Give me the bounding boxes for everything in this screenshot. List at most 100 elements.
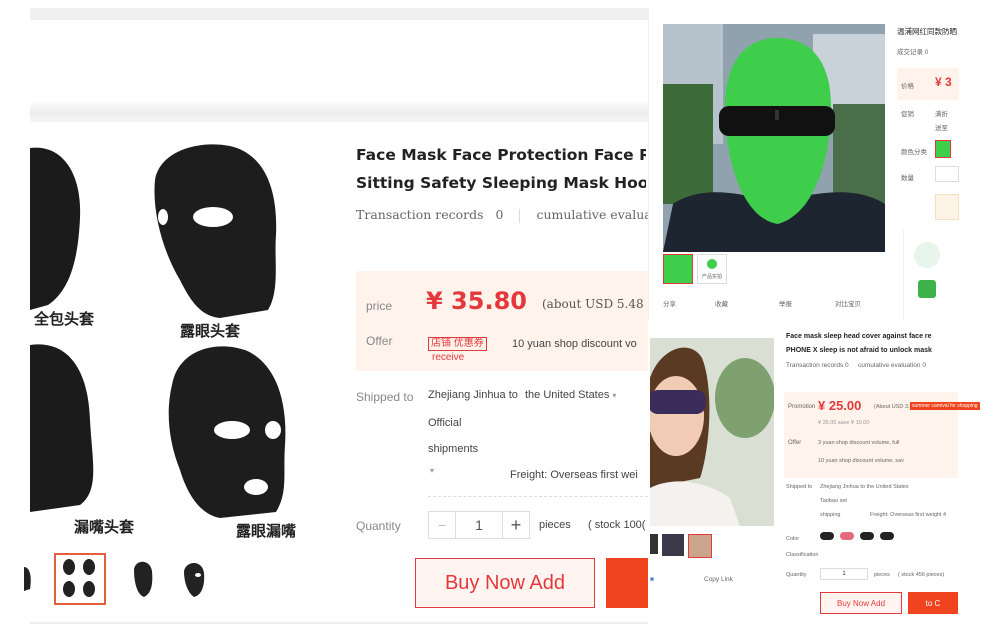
- pieces-label: pieces: [874, 572, 890, 578]
- thumbnail[interactable]: 产品实拍: [697, 254, 727, 284]
- listing-panel-green-mask: 产品实拍 分享 收藏 举报 对比宝贝 温浦网红同款防晒 成交记录 0 价格 ¥ …: [648, 8, 959, 320]
- price-panel: 价格 ¥ 3: [897, 68, 959, 100]
- offer-label: Offer: [366, 334, 393, 348]
- divider: [519, 208, 521, 223]
- classification-label: Classification: [786, 552, 819, 558]
- thumbnail[interactable]: [176, 553, 220, 605]
- side-service-bar: [903, 230, 959, 320]
- wechat-icon[interactable]: [918, 280, 936, 298]
- product-photo-eye-mask: [650, 338, 774, 526]
- quantity-plus-button[interactable]: +: [502, 511, 530, 539]
- old-price: ¥ 35.00 save ¥ 10.00: [818, 420, 870, 426]
- transaction-text: Transaction records 0: [786, 362, 849, 369]
- color-label: Color: [786, 536, 800, 542]
- color-option[interactable]: [840, 532, 854, 540]
- quantity-label: Quantity: [356, 519, 401, 533]
- receive-link[interactable]: receive: [432, 352, 464, 363]
- gallery-label-1: 全包头套: [34, 310, 95, 328]
- transaction-label: Transaction records: [356, 207, 484, 222]
- thumbnail-caption: 产品实拍: [701, 274, 722, 280]
- buy-now-button[interactable]: Buy Now Add: [415, 558, 595, 608]
- thumbnail-selected[interactable]: [688, 534, 712, 558]
- shipments-label: shipments: [428, 443, 479, 455]
- listing-stats: 成交记录 0: [897, 49, 929, 56]
- quantity-input[interactable]: 1: [455, 511, 503, 539]
- shipped-label: Shipped to: [356, 390, 414, 404]
- price-value: ¥ 25.00: [818, 398, 862, 413]
- thumbnail[interactable]: [650, 534, 658, 554]
- buy-now-button[interactable]: Buy Now Add: [820, 592, 902, 614]
- thumbnail[interactable]: [122, 553, 166, 605]
- color-option[interactable]: [880, 532, 894, 540]
- evaluation-text: cumulative evaluation 0: [858, 362, 926, 369]
- price-value: ¥ 35.80: [426, 287, 527, 315]
- add-to-cart-button[interactable]: to C: [908, 592, 958, 614]
- promo-text: 满折: [935, 111, 948, 118]
- listing-title: 温浦网红同款防晒: [897, 27, 957, 36]
- color-option[interactable]: [935, 140, 951, 158]
- divider: [30, 622, 650, 624]
- service-icon[interactable]: [914, 242, 940, 268]
- color-option[interactable]: [820, 532, 834, 540]
- shipping-destination[interactable]: Zhejiang Jinhua to the United States: [820, 484, 909, 490]
- quantity-input[interactable]: 1: [820, 568, 868, 580]
- copy-link[interactable]: Copy Link: [704, 576, 733, 583]
- freight-text: Freight: Overseas first wei: [510, 469, 638, 481]
- stock-text: ( stock 100(: [588, 519, 646, 531]
- price-usd: (about USD 5.48: [542, 297, 644, 311]
- share-icons[interactable]: ■: [650, 576, 654, 583]
- product-title-line1: Face Mask Face Protection Face Rece: [356, 146, 646, 164]
- color-label: 颜色分类: [901, 149, 927, 156]
- product-photo-green-mask: [663, 24, 885, 252]
- listing-title-line2: PHONE X sleep is not afraid to unlock ma…: [786, 347, 932, 354]
- product-stats: Transaction records 0 cumulative evaluat…: [356, 207, 696, 223]
- transaction-count: 0: [495, 207, 504, 222]
- product-gallery: 全包头套 露眼头套 漏嘴头套 露眼漏嘴: [30, 140, 338, 540]
- quantity-label: 数量: [901, 175, 914, 182]
- thumbnail-selected[interactable]: [54, 553, 106, 605]
- quantity-label: Quantity: [786, 572, 807, 578]
- compare-link[interactable]: 对比宝贝: [835, 298, 861, 308]
- quantity-minus-button[interactable]: −: [428, 511, 456, 539]
- gallery-label-4: 露眼漏嘴: [236, 522, 297, 540]
- coupon-tag[interactable]: 店铺 优惠券: [428, 337, 487, 351]
- price-value: ¥ 3: [935, 75, 952, 89]
- offer-label: Offer: [788, 440, 802, 446]
- listing-title-line1: Face mask sleep head cover against face …: [786, 333, 932, 340]
- color-option[interactable]: [860, 532, 874, 540]
- shipped-label: Shipped to: [786, 484, 813, 490]
- thumbnail-selected[interactable]: [663, 254, 693, 284]
- thumbnail[interactable]: [662, 534, 684, 556]
- fav-link[interactable]: 收藏: [715, 298, 728, 308]
- listing-panel-eye-mask: ■ Copy Link Face mask sleep head cover a…: [648, 322, 980, 640]
- stock-text: ( stock 456 pieces): [898, 572, 945, 578]
- report-link[interactable]: 举报: [779, 298, 792, 308]
- shipping-destination[interactable]: Zhejiang Jinhua to the United States ▾: [428, 389, 616, 401]
- price-panel: Promotion ¥ 25.00 (About USD 3.83 summer…: [784, 392, 980, 478]
- shipped-to: the United States: [524, 389, 610, 401]
- chevron-down-icon[interactable]: ▾: [430, 466, 434, 475]
- gallery-label-2: 露眼头套: [180, 322, 241, 340]
- pieces-label: pieces: [539, 519, 571, 531]
- quantity-input[interactable]: [935, 166, 959, 182]
- product-title-line2: Sitting Safety Sleeping Mask Hoods a: [356, 174, 646, 192]
- share-link[interactable]: 分享: [663, 298, 676, 308]
- product-title: Face Mask Face Protection Face Rece Sitt…: [356, 141, 646, 197]
- gallery-label-3: 漏嘴头套: [74, 518, 135, 536]
- add-to-cart-button[interactable]: [606, 558, 650, 608]
- buy-button-partial[interactable]: [935, 194, 959, 220]
- ship-to-text: 送至: [935, 125, 948, 132]
- price-label: price: [366, 299, 393, 313]
- freight-text: Freight: Overseas first weight 4: [870, 512, 947, 518]
- chevron-down-icon: ▾: [612, 391, 617, 400]
- price-panel: price ¥ 35.80 (about USD 5.48 Offer 店铺 优…: [356, 271, 648, 371]
- promo-badge: summer carnival for shopping: [910, 402, 980, 410]
- offer-1[interactable]: 3 yuan shop discount volume, full: [818, 440, 899, 446]
- official-label: Official: [428, 417, 462, 429]
- thumbnail[interactable]: [22, 553, 34, 605]
- shipping-label: shipping: [820, 512, 841, 518]
- offer-2[interactable]: 10 yuan shop discount volume, sav: [818, 458, 904, 464]
- taobao-label: Taobao set: [820, 498, 847, 504]
- promo-label: 促销: [901, 111, 914, 118]
- divider: [428, 496, 648, 497]
